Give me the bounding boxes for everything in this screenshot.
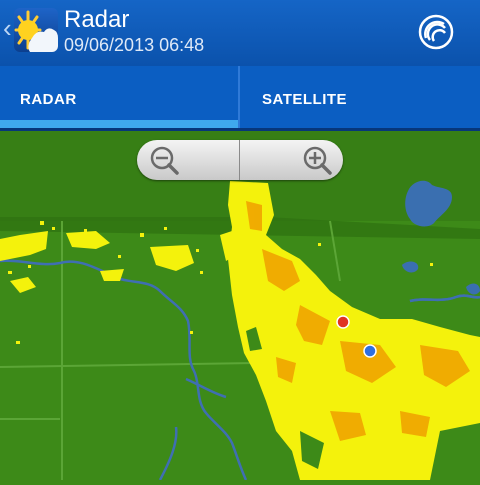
app-bar: ‹ Radar 09/06/2013 06:48 bbox=[0, 0, 480, 66]
zoom-control bbox=[137, 140, 343, 180]
zoom-in-icon bbox=[303, 146, 332, 175]
radar-signal-icon[interactable] bbox=[418, 14, 454, 50]
page-title: Radar bbox=[64, 6, 130, 33]
zoom-out-button[interactable] bbox=[137, 140, 240, 180]
zoom-in-button[interactable] bbox=[240, 140, 343, 180]
radar-map[interactable] bbox=[0, 131, 480, 481]
back-chevron-icon[interactable]: ‹ bbox=[3, 14, 13, 42]
tab-satellite[interactable]: SATELLITE bbox=[240, 66, 480, 130]
radar-timestamp: 09/06/2013 06:48 bbox=[64, 35, 205, 55]
selected-tab-indicator bbox=[0, 120, 238, 128]
location-marker-blue[interactable] bbox=[363, 344, 377, 358]
location-marker-red[interactable] bbox=[336, 315, 350, 329]
sun-app-icon[interactable] bbox=[14, 8, 58, 52]
zoom-out-icon bbox=[150, 146, 179, 175]
